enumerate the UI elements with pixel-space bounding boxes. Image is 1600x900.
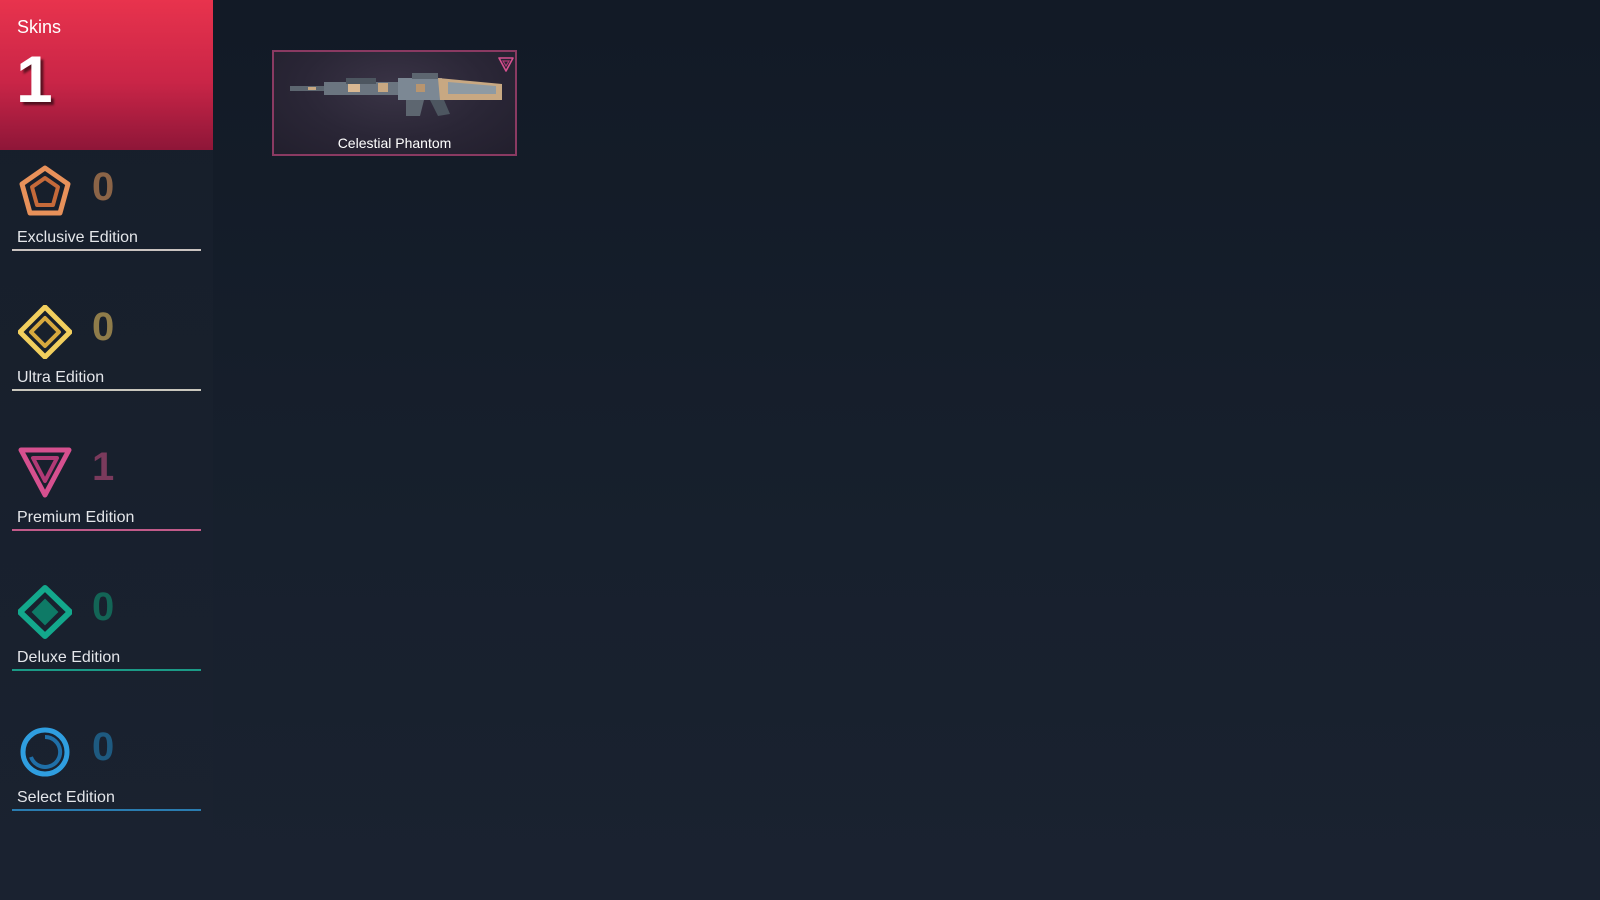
tier-count: 0 xyxy=(92,725,115,769)
tier-divider xyxy=(12,669,201,671)
tier-label: Select Edition xyxy=(17,789,115,806)
skins-summary-header: Skins 1 xyxy=(0,0,213,150)
skin-card[interactable]: Celestial Phantom xyxy=(272,50,517,156)
deluxe-rhombus-icon xyxy=(18,585,72,639)
tier-divider xyxy=(12,389,201,391)
ultra-diamond-icon xyxy=(18,305,72,359)
tier-premium-edition[interactable]: 1 Premium Edition xyxy=(12,445,201,545)
tier-divider xyxy=(12,249,201,251)
skin-name: Celestial Phantom xyxy=(337,135,452,151)
skins-title: Skins xyxy=(17,17,62,37)
skins-total-count: 1 xyxy=(16,42,53,116)
tier-count: 0 xyxy=(92,165,115,209)
rifle-skin-image xyxy=(290,73,502,116)
premium-triangle-icon xyxy=(498,57,514,72)
tier-select-edition[interactable]: 0 Select Edition xyxy=(12,725,201,825)
tier-exclusive-edition[interactable]: 0 Exclusive Edition xyxy=(12,165,201,265)
tier-divider xyxy=(12,529,201,531)
tier-count: 0 xyxy=(92,305,115,349)
tier-label: Premium Edition xyxy=(17,509,135,526)
tier-label: Deluxe Edition xyxy=(17,649,121,666)
tier-label: Ultra Edition xyxy=(17,369,105,386)
tier-count: 1 xyxy=(92,445,115,489)
tier-label: Exclusive Edition xyxy=(17,229,138,246)
select-circle-icon xyxy=(20,727,70,777)
premium-triangle-icon xyxy=(18,447,72,498)
tier-deluxe-edition[interactable]: 0 Deluxe Edition xyxy=(12,585,201,685)
exclusive-pentagon-icon xyxy=(19,165,71,216)
sidebar: Skins 1 0 Exclusive Edition 0 Ultra Edit… xyxy=(0,0,213,900)
tier-divider xyxy=(12,809,201,811)
tier-ultra-edition[interactable]: 0 Ultra Edition xyxy=(12,305,201,405)
tier-count: 0 xyxy=(92,585,115,629)
